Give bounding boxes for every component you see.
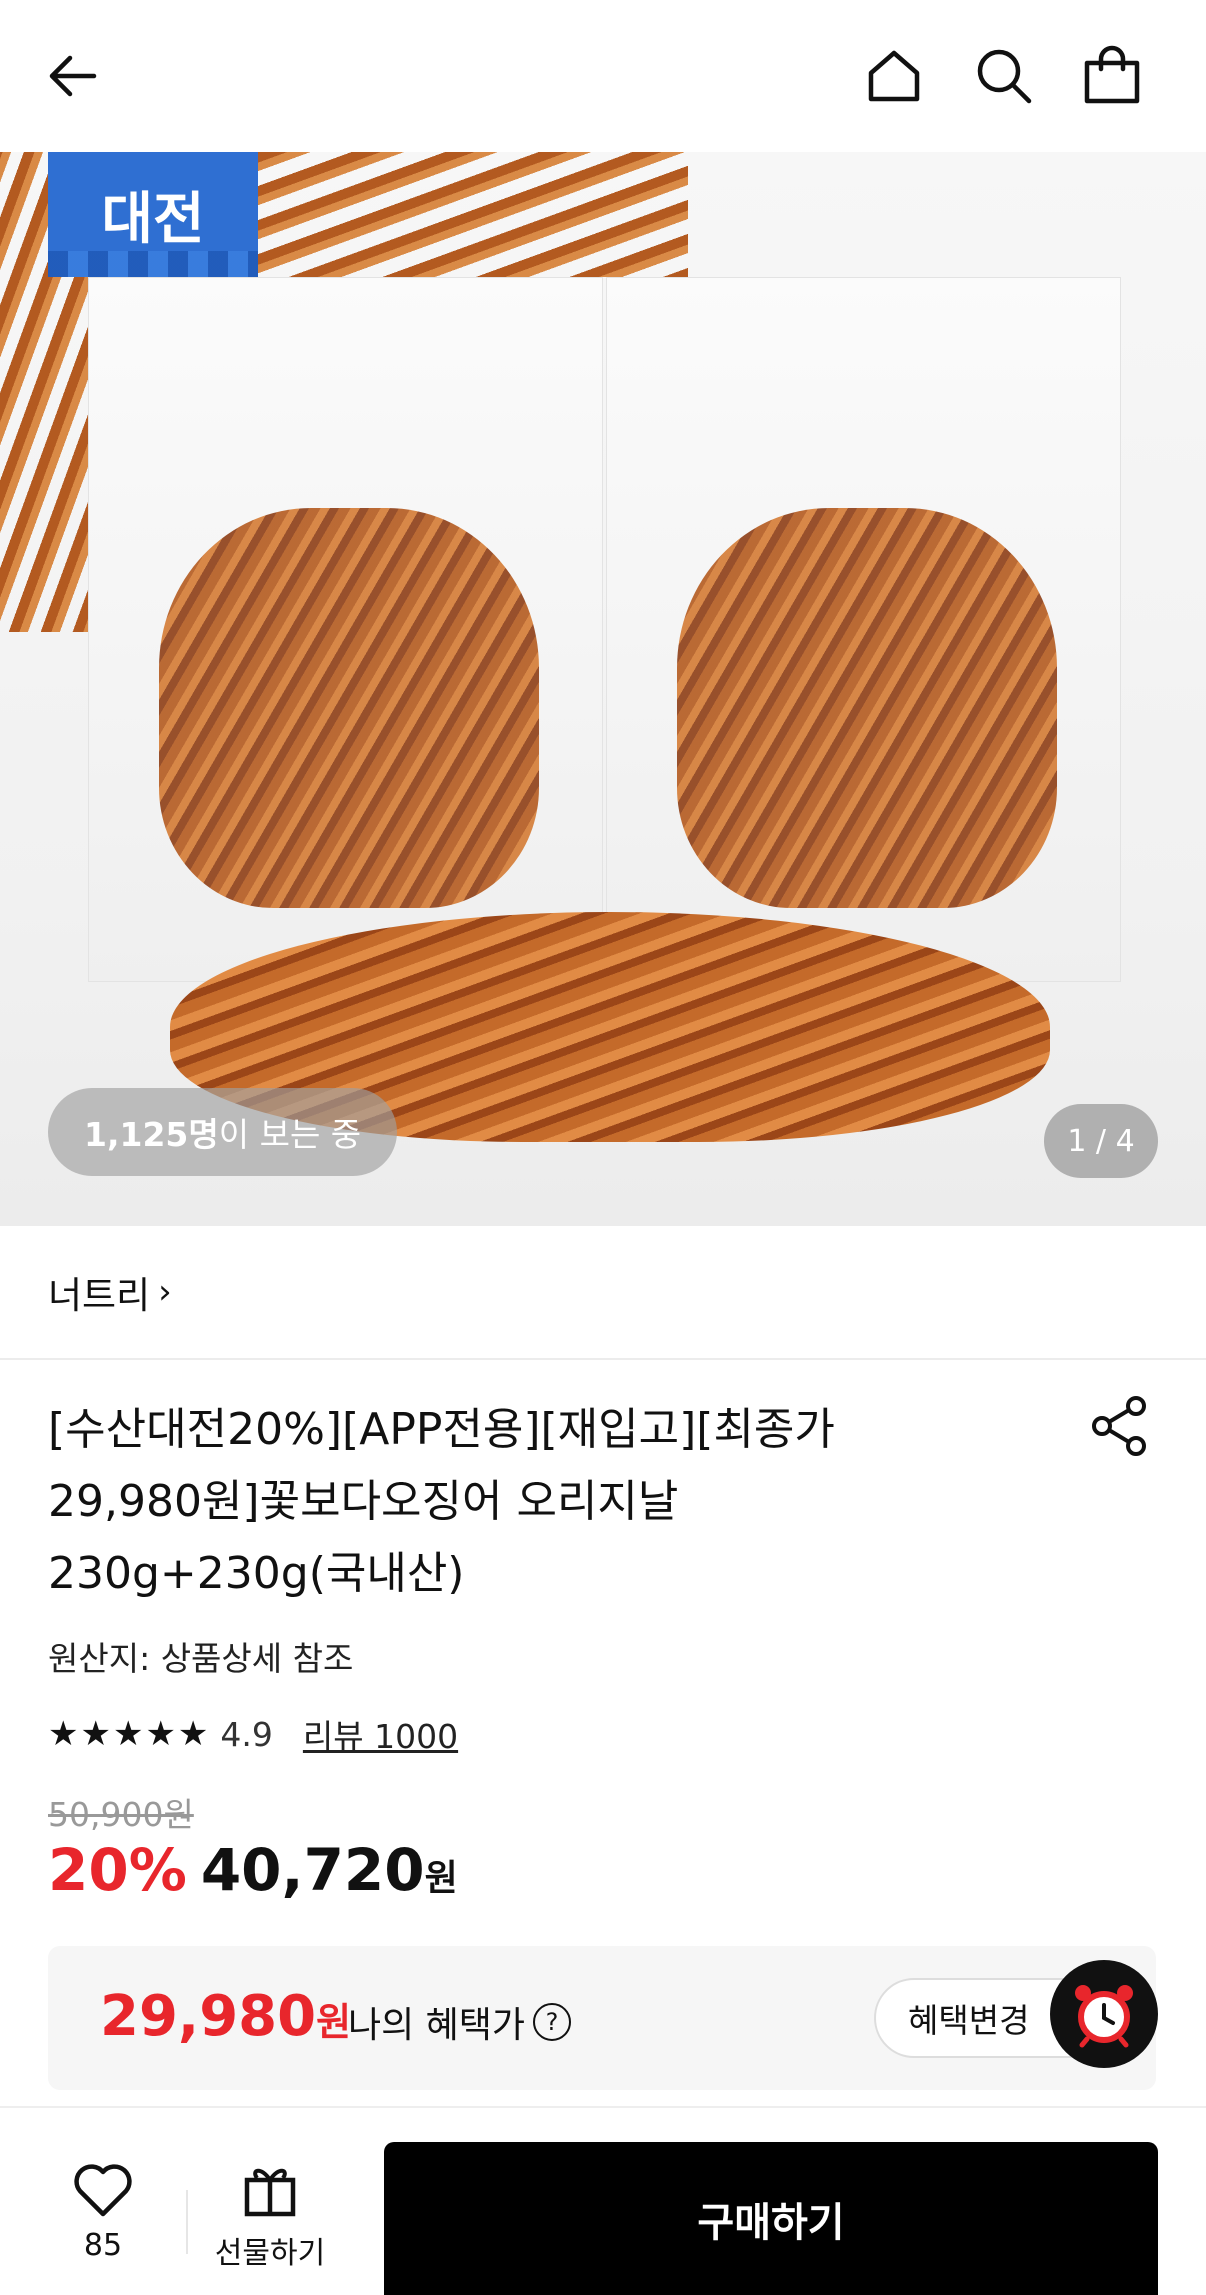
buy-button[interactable]: 구매하기 (384, 2142, 1158, 2295)
product-title: [수산대전20%][APP전용][재입고][최종가 29,980원]꽃보다오징어… (48, 1404, 835, 1599)
viewers-badge: 1,125명 이 보는 중 (48, 1088, 398, 1176)
store-link[interactable]: 너트리 › (0, 1226, 1206, 1360)
divider (0, 2106, 1206, 2108)
heart-icon (74, 2164, 132, 2217)
discount-rate: 20% (48, 1836, 187, 1904)
benefit-price: 29,980원 (100, 1984, 351, 2049)
benefit-price-currency: 원 (316, 2000, 352, 2044)
top-bar (0, 0, 1206, 152)
viewers-suffix: 이 보는 중 (218, 1115, 362, 1154)
alarm-clock-icon (1075, 1985, 1133, 2048)
benefit-label-text: 나의 혜택가 (348, 2005, 526, 2046)
review-link[interactable]: 리뷰 1000 (303, 1710, 458, 1758)
home-icon (868, 50, 920, 102)
share-button[interactable] (1088, 1394, 1152, 1458)
event-badge-text: 대전 (101, 187, 205, 252)
like-button[interactable]: 85 (58, 2160, 148, 2263)
benefit-price-box: 29,980원 나의 혜택가 ? 혜택변경 (48, 1946, 1156, 2090)
shopping-bag-icon (1084, 45, 1140, 104)
back-button[interactable] (36, 36, 108, 116)
chevron-right-icon: › (158, 1272, 172, 1312)
divider (186, 2190, 188, 2254)
benefit-price-value: 29,980 (100, 1984, 317, 2049)
star-rating-icon: ★★★★★ (48, 1714, 211, 1754)
cart-button[interactable] (1074, 36, 1150, 116)
price-row: 20% 40,720 원 (48, 1836, 458, 1904)
share-icon (1092, 1396, 1146, 1456)
search-button[interactable] (966, 36, 1042, 116)
original-price: 50,900원 (48, 1795, 194, 1834)
like-count: 85 (83, 2228, 123, 2263)
product-package-image (606, 277, 1121, 982)
product-photo-detail (677, 508, 1057, 908)
benefit-label: 나의 혜택가 ? (348, 1996, 572, 2048)
search-icon (977, 49, 1032, 104)
product-photo-detail (159, 508, 539, 908)
sale-price: 40,720 (200, 1836, 425, 1904)
product-image-carousel[interactable]: 대전 1,125명 이 보는 중 1 / 4 (0, 152, 1206, 1226)
origin-info: 원산지: 상품상세 참조 (48, 1639, 354, 1678)
product-photo-detail (258, 152, 688, 277)
viewers-count: 1,125명 (84, 1115, 219, 1154)
help-icon[interactable]: ? (533, 2003, 572, 2041)
product-package-image (88, 277, 603, 982)
store-name: 너트리 (48, 1274, 151, 1317)
gift-label: 선물하기 (214, 2236, 326, 2271)
sale-price-currency: 원 (424, 1858, 458, 1899)
home-button[interactable] (856, 36, 932, 116)
gift-icon (244, 2168, 296, 2217)
image-pager: 1 / 4 (1044, 1104, 1158, 1178)
event-badge: 대전 (48, 152, 258, 277)
gift-button[interactable]: 선물하기 (210, 2160, 330, 2272)
rating-score: 4.9 (220, 1714, 273, 1754)
alarm-clock-button[interactable] (1050, 1960, 1158, 2068)
rating-row: ★★★★★ 4.9 리뷰 1000 (48, 1710, 458, 1758)
arrow-left-icon (49, 55, 97, 97)
